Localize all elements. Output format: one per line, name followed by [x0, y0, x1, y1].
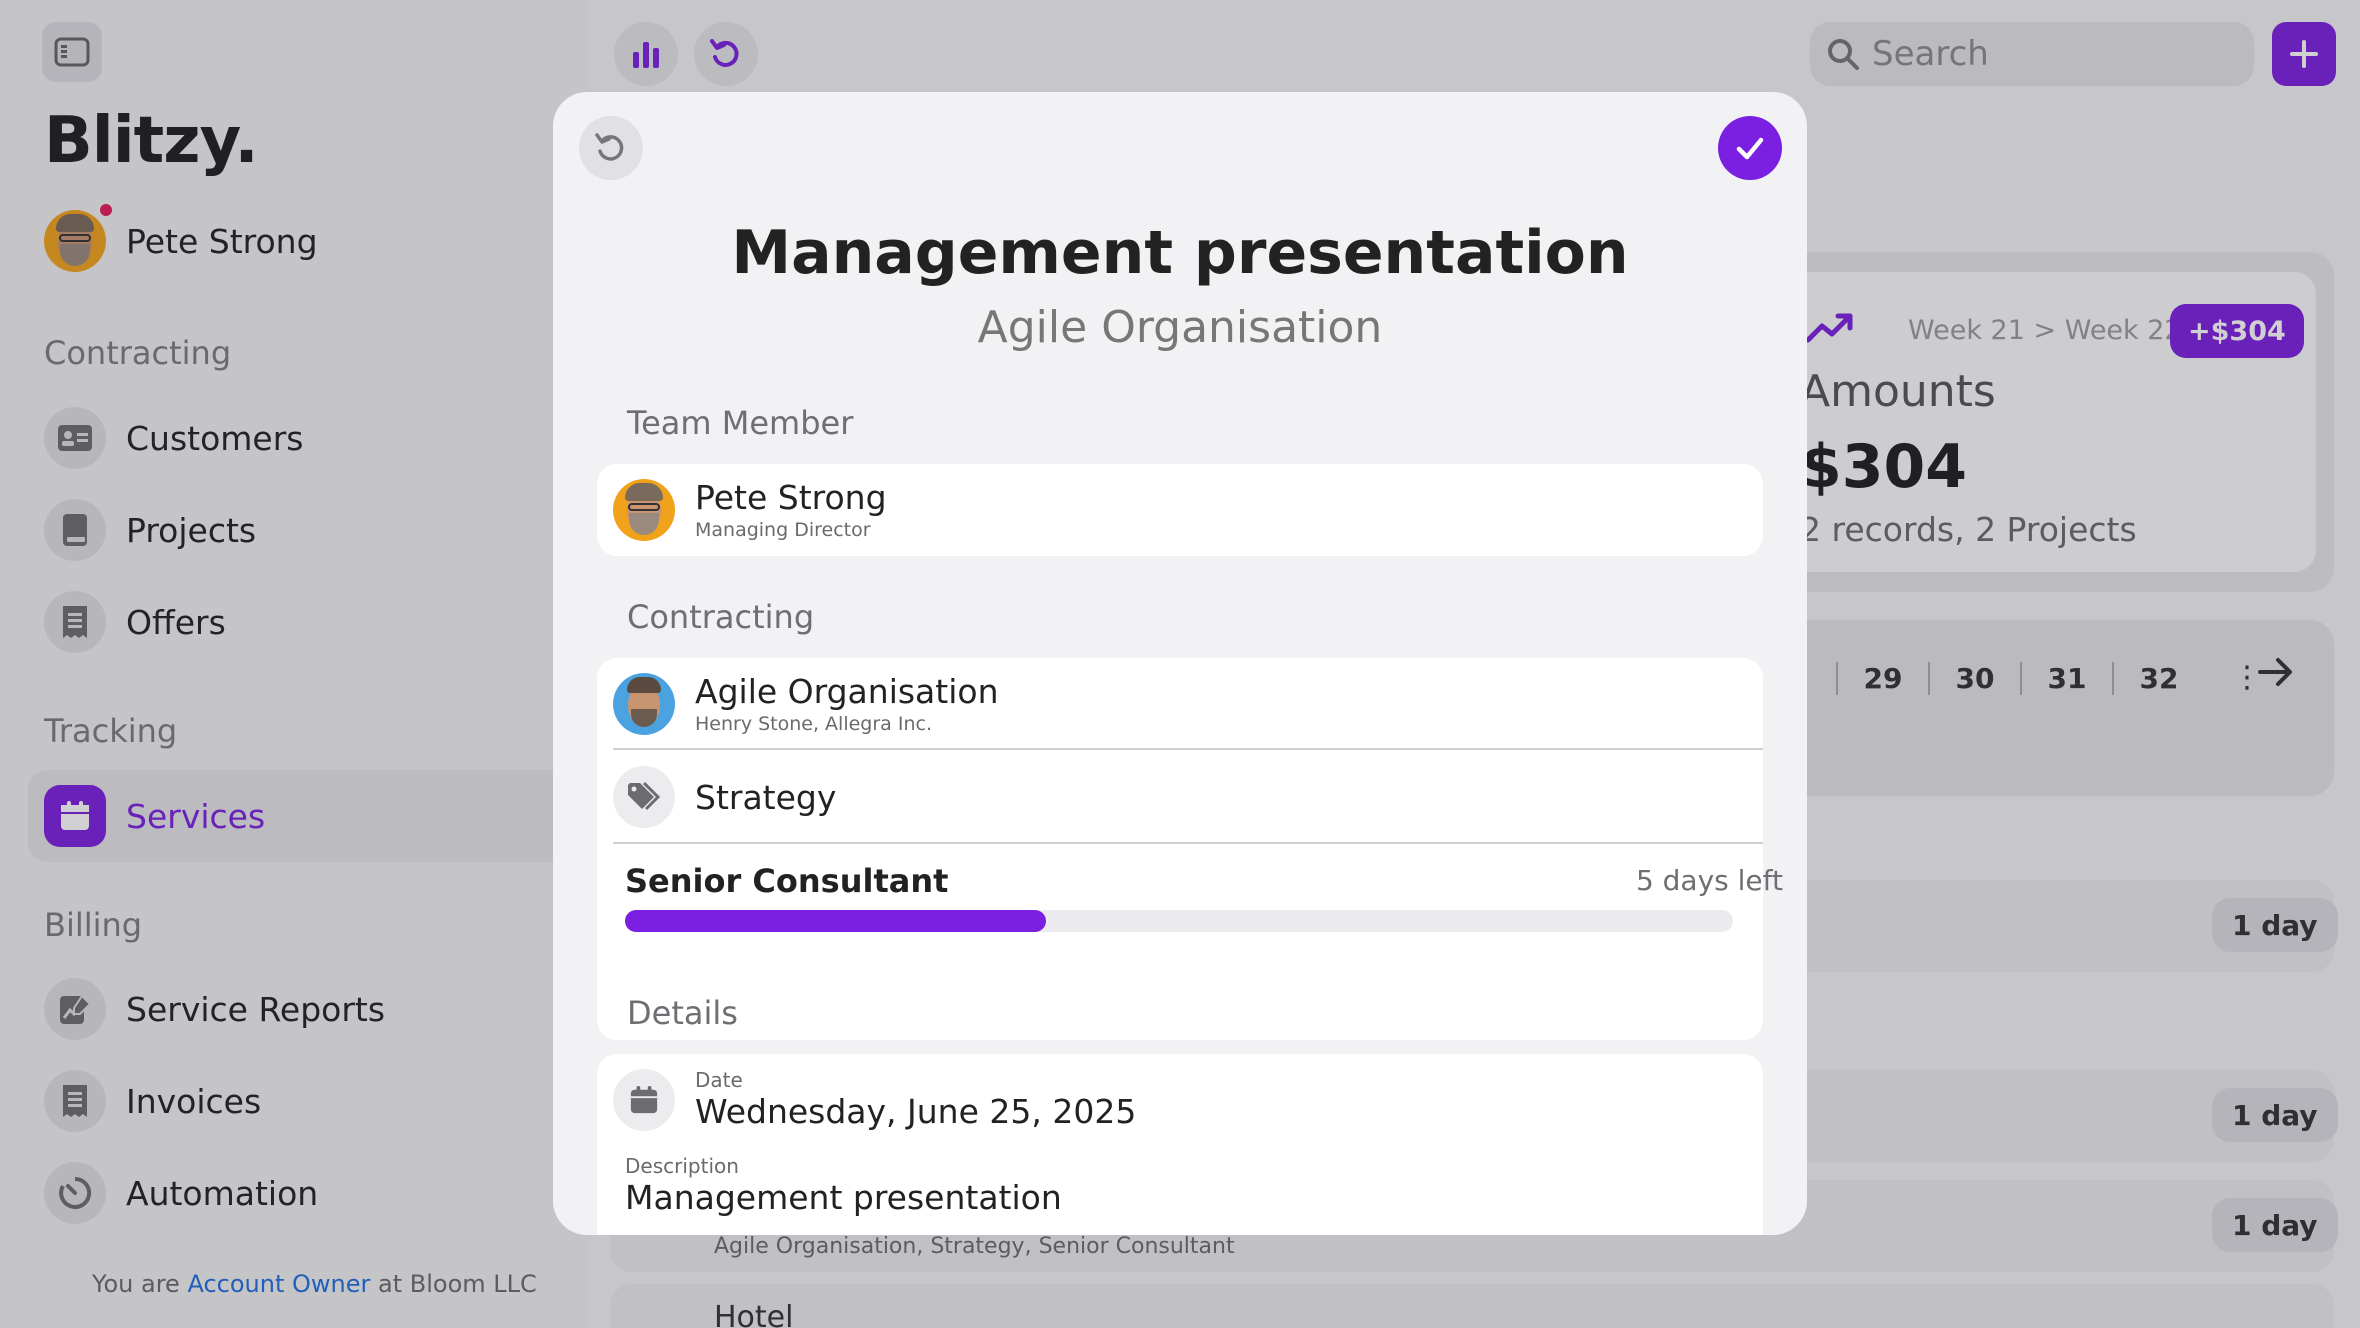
modal-title: Management presentation [731, 218, 1629, 288]
service-detail-modal: Management presentation Agile Organisati… [553, 92, 1807, 1235]
progress-fill [625, 910, 1047, 932]
member-role: Managing Director [695, 519, 871, 541]
tag-icon [613, 766, 675, 828]
modal-subtitle: Agile Organisation [977, 302, 1383, 353]
member-name: Pete Strong [695, 478, 887, 517]
description-value: Management presentation [625, 1178, 1062, 1217]
date-field[interactable]: Date Wednesday, June 25, 2025 [613, 1068, 1136, 1131]
date-label: Date [695, 1068, 743, 1092]
date-value: Wednesday, June 25, 2025 [695, 1092, 1137, 1131]
customer-row[interactable]: Agile Organisation Henry Stone, Allegra … [613, 672, 999, 735]
position-progress-bar [625, 910, 1733, 932]
divider [613, 748, 1763, 750]
contracting-card: Agile Organisation Henry Stone, Allegra … [597, 658, 1763, 1040]
divider [613, 842, 1763, 844]
calendar-icon [613, 1068, 675, 1131]
avatar [613, 672, 675, 735]
undo-icon [595, 133, 624, 161]
undo-button[interactable] [579, 116, 643, 180]
team-member-card[interactable]: Pete Strong Managing Director [597, 464, 1763, 556]
project-name: Strategy [695, 777, 837, 817]
position-role: Senior Consultant [625, 862, 949, 900]
confirm-button[interactable] [1718, 116, 1782, 180]
details-heading: Details [627, 994, 738, 1032]
contracting-heading: Contracting [627, 598, 815, 636]
days-remaining: 5 days left [1635, 864, 1783, 897]
project-row[interactable]: Strategy [613, 766, 836, 828]
description-label: Description [625, 1154, 739, 1178]
team-member-heading: Team Member [627, 404, 854, 442]
check-icon [1736, 137, 1764, 160]
avatar [613, 478, 675, 541]
description-field[interactable]: Description Management presentation [625, 1154, 1062, 1217]
customer-contact: Henry Stone, Allegra Inc. [695, 713, 932, 735]
customer-name: Agile Organisation [695, 672, 999, 711]
